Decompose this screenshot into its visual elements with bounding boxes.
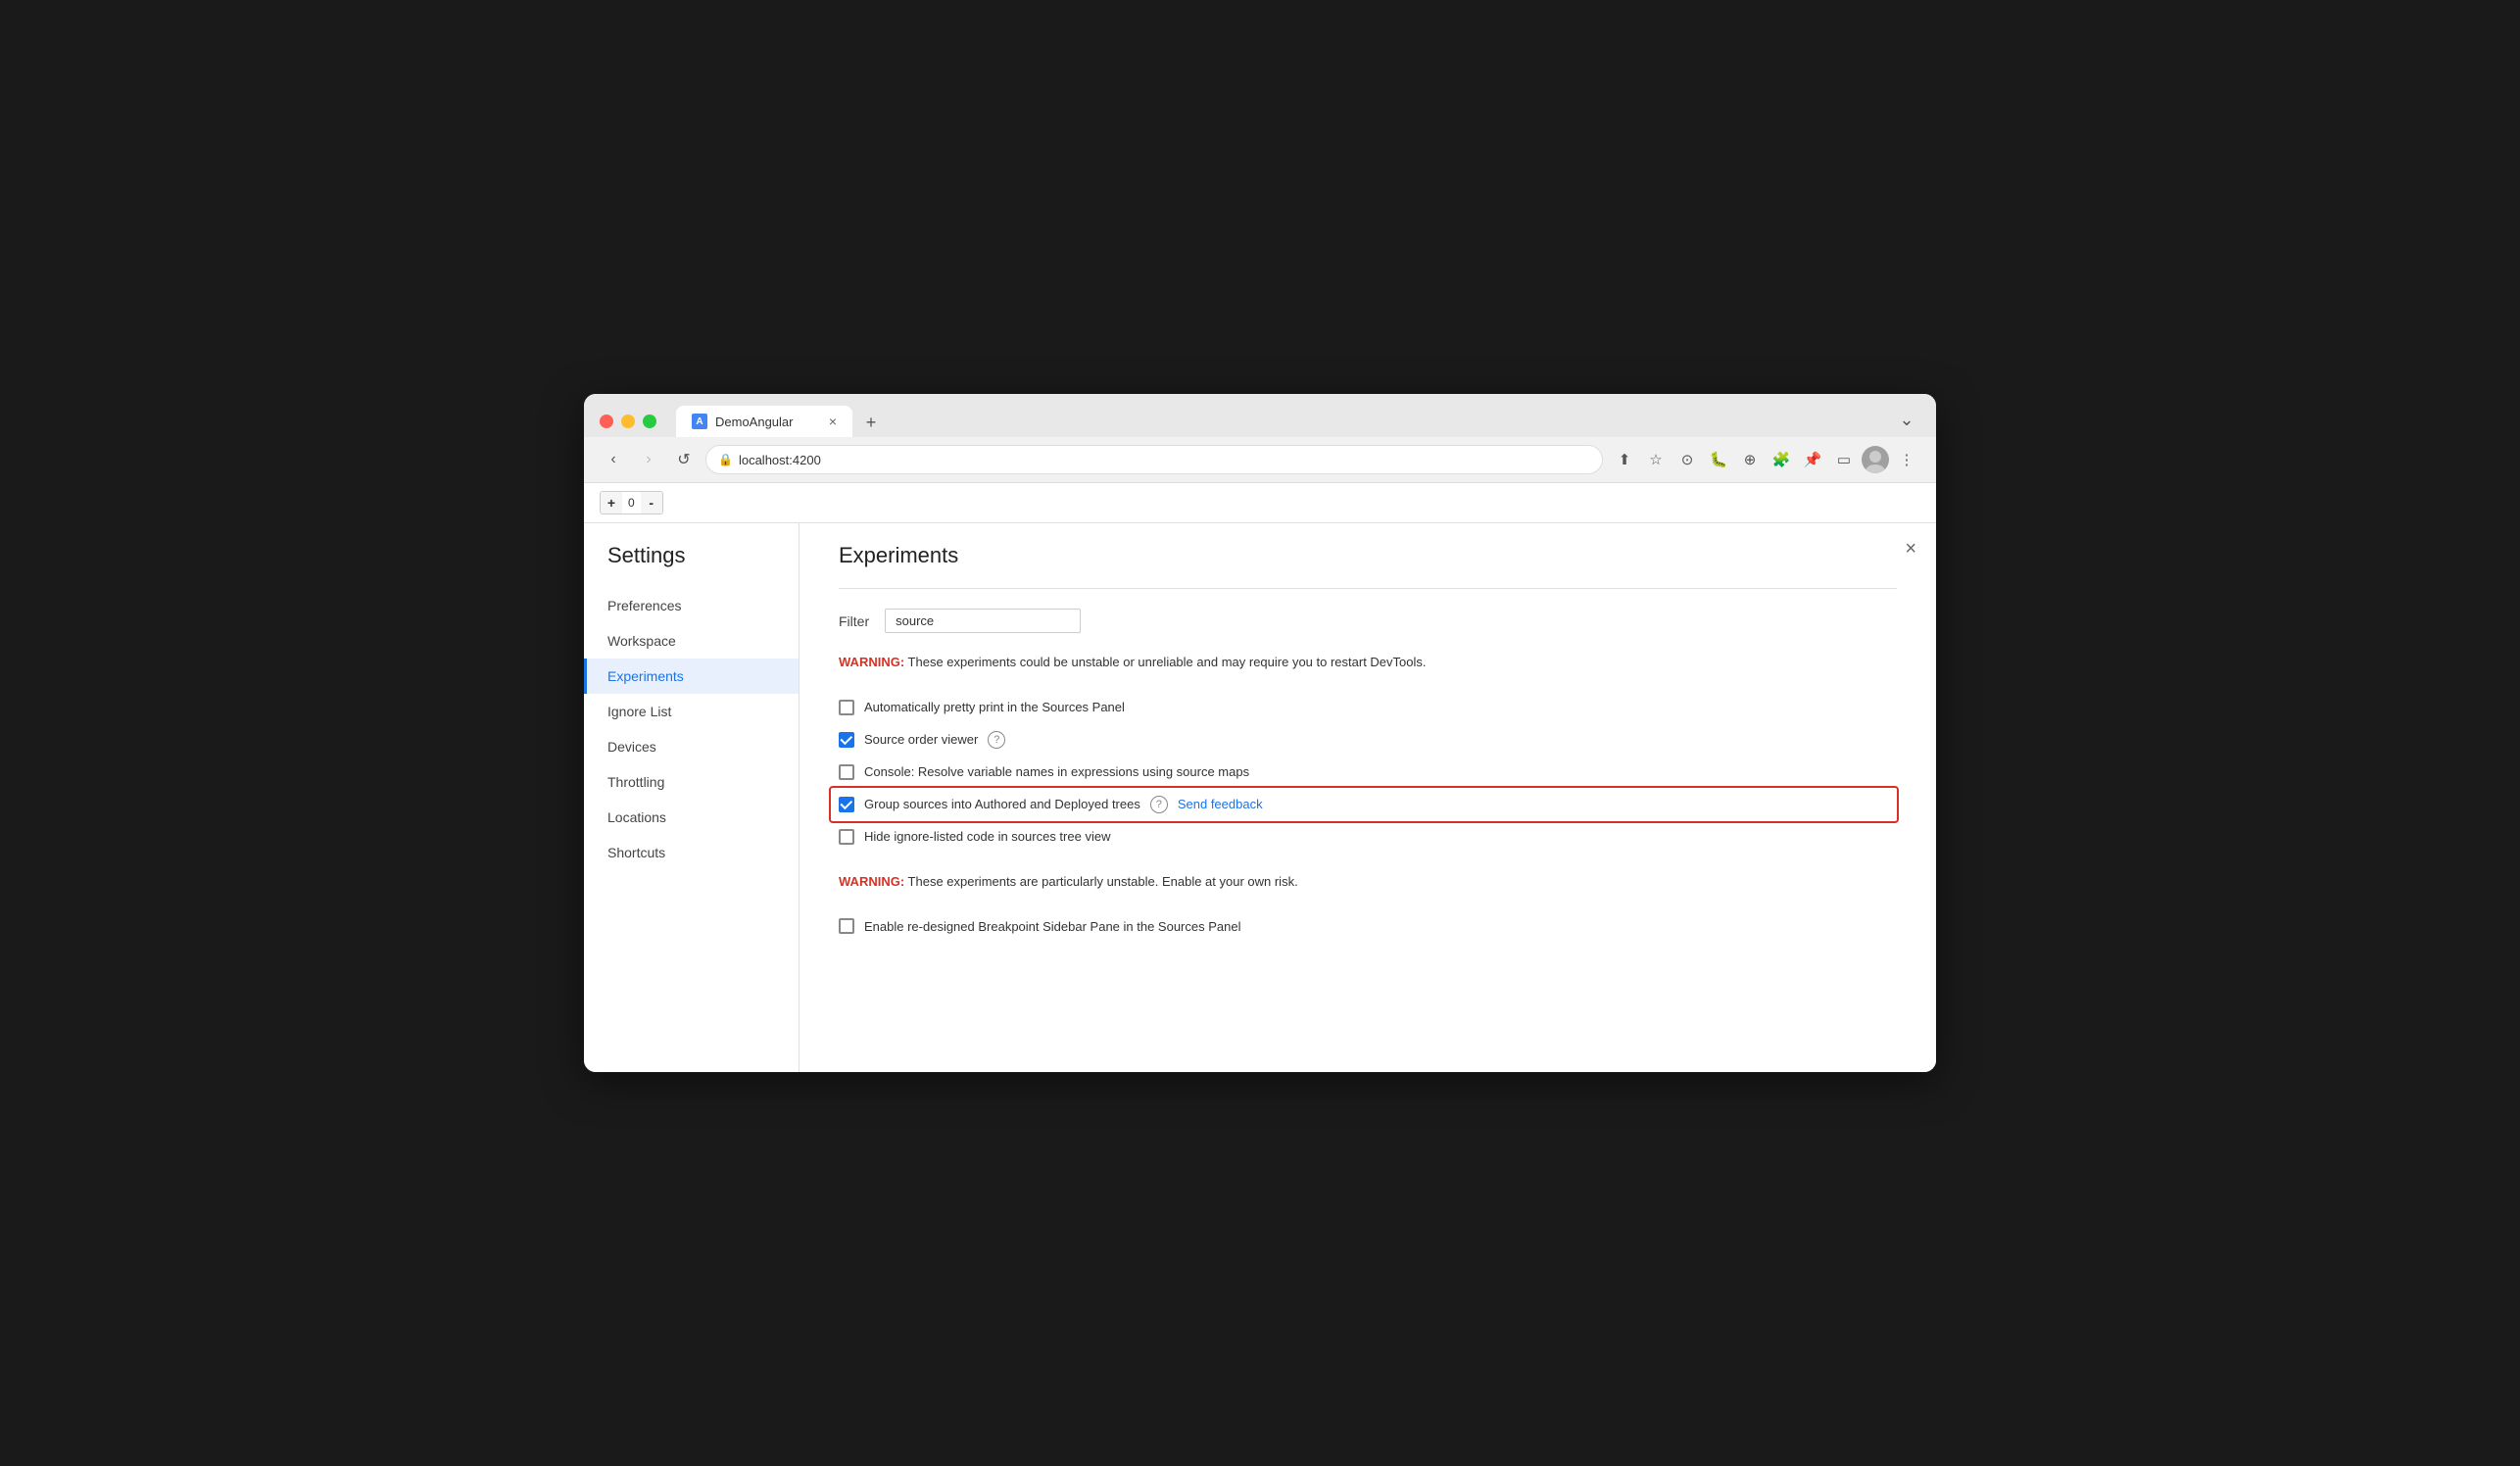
label-console-resolve: Console: Resolve variable names in expre… (864, 764, 1249, 779)
navigation-bar: ‹ › ↺ 🔒 localhost:4200 ⬆ ☆ ⊙ 🐛 ⊕ 🧩 📌 ▭ ⋮ (584, 437, 1936, 483)
help-icon-source-order-viewer[interactable]: ? (988, 731, 1005, 749)
warning-text-2: WARNING: These experiments are particula… (839, 872, 1897, 892)
maximize-button[interactable] (643, 415, 656, 428)
bookmark-button[interactable]: ☆ (1642, 446, 1670, 473)
tab-close-button[interactable]: × (829, 415, 837, 428)
label-group-sources: Group sources into Authored and Deployed… (864, 797, 1140, 811)
filter-input[interactable] (885, 609, 1081, 633)
warning-label-1: WARNING: (839, 655, 904, 669)
close-settings-button[interactable]: × (1905, 539, 1916, 559)
sidebar-item-workspace[interactable]: Workspace (584, 623, 799, 659)
sidebar-item-throttling[interactable]: Throttling (584, 764, 799, 800)
tab-bar: A DemoAngular × + (676, 406, 886, 437)
counter-value: 0 (622, 496, 641, 510)
sidebar-toggle[interactable]: ▭ (1830, 446, 1858, 473)
warning-text-1: WARNING: These experiments could be unst… (839, 653, 1897, 672)
tab-favicon: A (692, 414, 707, 429)
filter-label: Filter (839, 613, 869, 629)
profile-icon[interactable] (1862, 446, 1889, 473)
browser-content: + 0 - × Settings Preferences Workspace E… (584, 483, 1936, 1072)
settings-panel: × Settings Preferences Workspace Experim… (584, 523, 1936, 1072)
menu-button[interactable]: ⋮ (1893, 446, 1920, 473)
experiment-breakpoint-sidebar: Enable re-designed Breakpoint Sidebar Pa… (839, 910, 1897, 942)
counter-minus-button[interactable]: - (641, 492, 662, 513)
experiments-title: Experiments (839, 543, 1897, 568)
lock-icon: 🔒 (718, 453, 733, 466)
experiment-hide-ignore: Hide ignore-listed code in sources tree … (839, 821, 1897, 853)
traffic-lights (600, 415, 656, 428)
settings-main-content: Experiments Filter WARNING: These experi… (800, 523, 1936, 1072)
experiment-group-sources: Group sources into Authored and Deployed… (831, 788, 1897, 821)
active-tab[interactable]: A DemoAngular × (676, 406, 852, 437)
sidebar-item-experiments[interactable]: Experiments (584, 659, 799, 694)
new-tab-button[interactable]: + (856, 408, 886, 437)
unstable-section: WARNING: These experiments are particula… (839, 872, 1897, 943)
counter-plus-button[interactable]: + (601, 492, 622, 513)
bug-icon[interactable]: 🐛 (1705, 446, 1732, 473)
warning-body-1: These experiments could be unstable or u… (904, 655, 1426, 669)
send-feedback-link[interactable]: Send feedback (1178, 797, 1263, 811)
experiment-pretty-print: Automatically pretty print in the Source… (839, 692, 1897, 723)
pin-icon[interactable]: 📌 (1799, 446, 1826, 473)
sidebar-item-shortcuts[interactable]: Shortcuts (584, 835, 799, 870)
puzzle-icon[interactable]: 🧩 (1768, 446, 1795, 473)
tab-title: DemoAngular (715, 415, 821, 429)
checkbox-console-resolve[interactable] (839, 764, 854, 780)
nav-actions: ⬆ ☆ ⊙ 🐛 ⊕ 🧩 📌 ▭ ⋮ (1611, 446, 1920, 473)
checkbox-source-order-viewer[interactable] (839, 732, 854, 748)
devtools-icon[interactable]: ⊙ (1673, 446, 1701, 473)
counter-widget: + 0 - (600, 491, 663, 514)
close-button[interactable] (600, 415, 613, 428)
label-pretty-print: Automatically pretty print in the Source… (864, 700, 1125, 714)
minimize-button[interactable] (621, 415, 635, 428)
refresh-button[interactable]: ↺ (670, 446, 698, 473)
sidebar-item-locations[interactable]: Locations (584, 800, 799, 835)
settings-title: Settings (584, 543, 799, 588)
devtools-counter-row: + 0 - (584, 483, 1936, 523)
checkbox-breakpoint-sidebar[interactable] (839, 918, 854, 934)
label-hide-ignore: Hide ignore-listed code in sources tree … (864, 829, 1110, 844)
settings-sidebar: Settings Preferences Workspace Experimen… (584, 523, 800, 1072)
checkbox-group-sources[interactable] (839, 797, 854, 812)
label-source-order-viewer: Source order viewer (864, 732, 978, 747)
address-bar[interactable]: 🔒 localhost:4200 (705, 445, 1603, 474)
sidebar-item-preferences[interactable]: Preferences (584, 588, 799, 623)
browser-window: A DemoAngular × + ⌄ ‹ › ↺ 🔒 localhost:42… (584, 394, 1936, 1072)
experiment-source-order-viewer: Source order viewer ? (839, 723, 1897, 757)
sidebar-item-devices[interactable]: Devices (584, 729, 799, 764)
checkbox-pretty-print[interactable] (839, 700, 854, 715)
back-button[interactable]: ‹ (600, 446, 627, 473)
help-icon-group-sources[interactable]: ? (1150, 796, 1168, 813)
address-text: localhost:4200 (739, 453, 821, 467)
title-divider (839, 588, 1897, 589)
label-breakpoint-sidebar: Enable re-designed Breakpoint Sidebar Pa… (864, 919, 1240, 934)
warning-label-2: WARNING: (839, 874, 904, 889)
browser-titlebar: A DemoAngular × + ⌄ (584, 394, 1936, 437)
checkbox-hide-ignore[interactable] (839, 829, 854, 845)
extension-icon[interactable]: ⊕ (1736, 446, 1764, 473)
share-button[interactable]: ⬆ (1611, 446, 1638, 473)
window-dropdown-button[interactable]: ⌄ (1893, 406, 1920, 433)
experiment-console-resolve: Console: Resolve variable names in expre… (839, 757, 1897, 788)
sidebar-item-ignore-list[interactable]: Ignore List (584, 694, 799, 729)
warning-body-2: These experiments are particularly unsta… (904, 874, 1298, 889)
filter-row: Filter (839, 609, 1897, 633)
forward-button[interactable]: › (635, 446, 662, 473)
